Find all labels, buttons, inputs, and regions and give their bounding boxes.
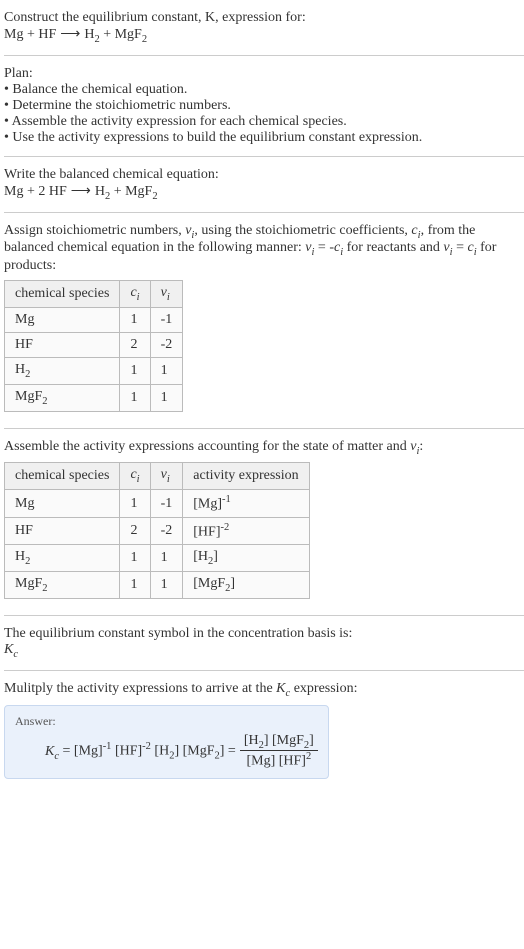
cell-ci: 1	[120, 384, 150, 411]
cell-species: H2	[5, 357, 120, 384]
fraction-denominator: [Mg] [HF]2	[240, 751, 318, 770]
cell-nui: 1	[150, 572, 183, 599]
balanced-heading: Write the balanced chemical equation:	[4, 167, 524, 183]
answer-fraction: [H2] [MgF2] [Mg] [HF]2	[240, 733, 318, 770]
col-ci: ci	[120, 281, 150, 308]
activity-section: Assemble the activity expressions accoun…	[4, 433, 524, 612]
col-ci: ci	[120, 463, 150, 490]
cell-nui: -1	[150, 307, 183, 332]
balanced-section: Write the balanced chemical equation: Mg…	[4, 161, 524, 208]
col-species: chemical species	[5, 281, 120, 308]
multiply-section: Mulitply the activity expressions to arr…	[4, 675, 524, 791]
table-row: HF 2 -2	[5, 332, 183, 357]
cell-species: HF	[5, 332, 120, 357]
table-row: MgF2 1 1	[5, 384, 183, 411]
cell-ci: 2	[120, 332, 150, 357]
assign-section: Assign stoichiometric numbers, νi, using…	[4, 217, 524, 424]
answer-label: Answer:	[15, 714, 318, 729]
plan-bullet: • Determine the stoichiometric numbers.	[4, 98, 524, 114]
answer-lhs: Kc = [Mg]-1 [HF]-2 [H2] [MgF2] =	[45, 741, 236, 761]
plan-heading: Plan:	[4, 66, 524, 82]
table-row: H2 1 1 [H2]	[5, 545, 310, 572]
table-row: H2 1 1	[5, 357, 183, 384]
col-activity: activity expression	[183, 463, 309, 490]
cell-ci: 1	[120, 545, 150, 572]
cell-ci: 1	[120, 572, 150, 599]
table-row: MgF2 1 1 [MgF2]	[5, 572, 310, 599]
cell-nui: 1	[150, 384, 183, 411]
divider	[4, 428, 524, 429]
table-header-row: chemical species ci νi activity expressi…	[5, 463, 310, 490]
plan-section: Plan: • Balance the chemical equation. •…	[4, 60, 524, 152]
cell-ci: 1	[120, 307, 150, 332]
cell-ci: 1	[120, 357, 150, 384]
intro-equation: Mg + HF⟶H2 + MgF2	[4, 26, 524, 45]
col-nui: νi	[150, 463, 183, 490]
divider	[4, 212, 524, 213]
table-row: Mg 1 -1 [Mg]-1	[5, 490, 310, 518]
table-header-row: chemical species ci νi	[5, 281, 183, 308]
cell-species: MgF2	[5, 384, 120, 411]
plan-bullet: • Assemble the activity expression for e…	[4, 114, 524, 130]
cell-species: HF	[5, 517, 120, 545]
divider	[4, 156, 524, 157]
plan-bullet: • Use the activity expressions to build …	[4, 130, 524, 146]
intro-line1: Construct the equilibrium constant, K, e…	[4, 10, 524, 26]
divider	[4, 55, 524, 56]
multiply-heading: Mulitply the activity expressions to arr…	[4, 681, 524, 699]
table-row: Mg 1 -1	[5, 307, 183, 332]
cell-species: Mg	[5, 307, 120, 332]
cell-ci: 2	[120, 517, 150, 545]
answer-box: Answer: Kc = [Mg]-1 [HF]-2 [H2] [MgF2] =…	[4, 705, 329, 779]
kc-symbol-section: The equilibrium constant symbol in the c…	[4, 620, 524, 666]
kc-symbol-line1: The equilibrium constant symbol in the c…	[4, 626, 524, 642]
activity-table: chemical species ci νi activity expressi…	[4, 462, 310, 599]
cell-nui: 1	[150, 545, 183, 572]
cell-nui: -2	[150, 517, 183, 545]
cell-species: MgF2	[5, 572, 120, 599]
balanced-equation: Mg + 2 HF⟶H2 + MgF2	[4, 183, 524, 202]
cell-species: H2	[5, 545, 120, 572]
col-species: chemical species	[5, 463, 120, 490]
col-nui: νi	[150, 281, 183, 308]
stoich-table: chemical species ci νi Mg 1 -1 HF 2 -2 H…	[4, 280, 183, 411]
cell-activity: [HF]-2	[183, 517, 309, 545]
cell-activity: [H2]	[183, 545, 309, 572]
kc-symbol-line2: Kc	[4, 642, 524, 660]
cell-nui: -1	[150, 490, 183, 518]
table-row: HF 2 -2 [HF]-2	[5, 517, 310, 545]
cell-nui: 1	[150, 357, 183, 384]
fraction-numerator: [H2] [MgF2]	[240, 733, 318, 752]
cell-ci: 1	[120, 490, 150, 518]
activity-heading: Assemble the activity expressions accoun…	[4, 439, 524, 457]
cell-activity: [Mg]-1	[183, 490, 309, 518]
cell-nui: -2	[150, 332, 183, 357]
divider	[4, 615, 524, 616]
cell-species: Mg	[5, 490, 120, 518]
assign-text: Assign stoichiometric numbers, νi, using…	[4, 223, 524, 275]
intro-section: Construct the equilibrium constant, K, e…	[4, 4, 524, 51]
answer-expression: Kc = [Mg]-1 [HF]-2 [H2] [MgF2] = [H2] [M…	[15, 733, 318, 770]
plan-bullet: • Balance the chemical equation.	[4, 82, 524, 98]
divider	[4, 670, 524, 671]
cell-activity: [MgF2]	[183, 572, 309, 599]
